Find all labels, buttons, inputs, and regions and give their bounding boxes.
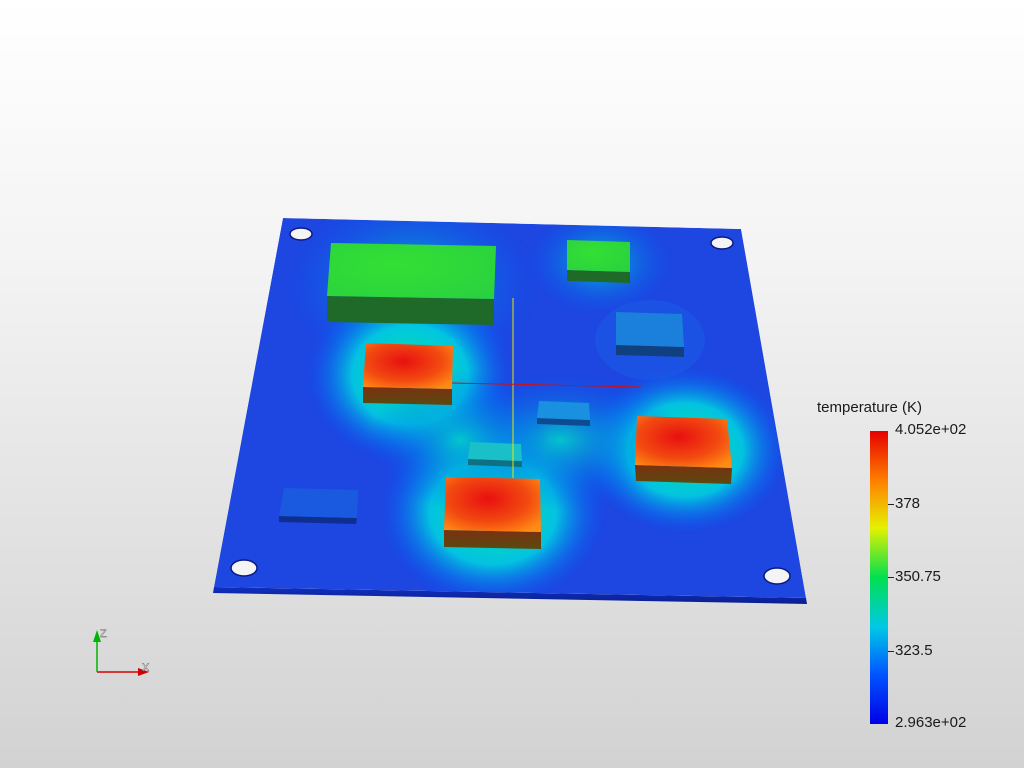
legend-color-bar	[870, 431, 888, 724]
mounting-hole	[289, 227, 313, 241]
legend-title: temperature (K)	[817, 399, 923, 416]
legend-tick-label: 378	[895, 495, 921, 512]
mounting-hole	[710, 236, 734, 250]
legend-tick	[888, 504, 894, 505]
component-blue-chip-right[interactable]	[616, 312, 684, 357]
component-small-plate-center[interactable]	[537, 401, 590, 426]
axis-label-z: Z	[100, 628, 107, 640]
component-hot-chip-left[interactable]	[363, 343, 453, 405]
legend-tick-label: 350.75	[895, 568, 941, 585]
component-blue-chip-left[interactable]	[279, 488, 358, 524]
component-small-chip-top[interactable]	[567, 240, 630, 283]
mounting-hole	[230, 559, 258, 577]
component-small-plate-lower[interactable]	[468, 442, 522, 467]
legend-tick	[888, 651, 894, 652]
legend-tick	[888, 577, 894, 578]
axis-label-x: X	[142, 662, 150, 674]
legend-min-label: 2.963e+02	[895, 714, 967, 731]
component-hot-chip-right[interactable]	[635, 416, 732, 484]
component-large-chip[interactable]	[327, 243, 496, 325]
mounting-hole	[763, 567, 791, 585]
component-hot-chip-bottom[interactable]	[444, 477, 541, 549]
legend-tick-label: 323.5	[895, 642, 933, 659]
legend-max-label: 4.052e+02	[895, 421, 967, 438]
